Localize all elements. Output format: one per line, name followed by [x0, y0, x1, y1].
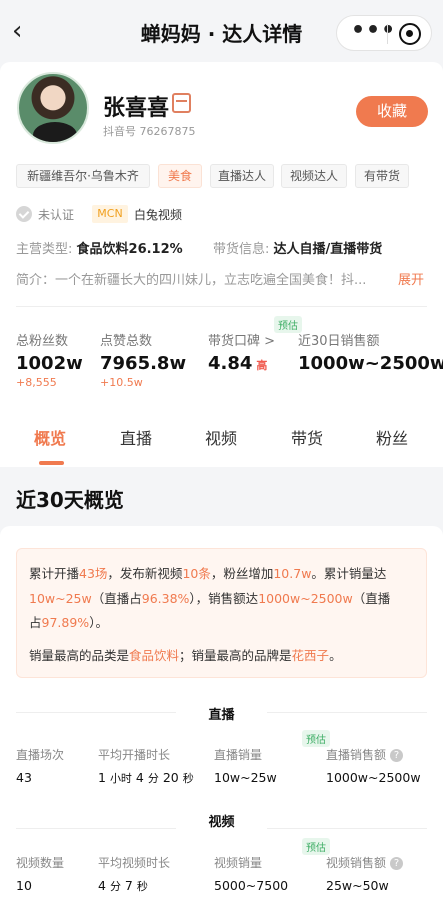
main-category: 主营类型: 食品饮料26.12% — [16, 242, 183, 257]
mcn-badge: MCN — [92, 205, 128, 223]
summary-line-2: 10w~25w（直播占96.38%），销售额达1000w~2500w（直播 — [29, 591, 391, 606]
sales-info: 带货信息: 达人自播/直播带货 — [213, 242, 383, 257]
estimate-badge: 预估 — [302, 730, 330, 747]
intro-text: 简介：一个在新疆长大的四川妹儿，立志吃遍全国美食！抖... — [16, 273, 367, 288]
tab-video[interactable]: 视频 — [205, 425, 237, 449]
stat-fans[interactable]: 总粉丝数 1002w +8,555 — [16, 330, 83, 389]
summary-box: 累计开播43场，发布新视频10条，粉丝增加10.7w。累计销量达 10w~25w… — [16, 548, 427, 678]
tag-food: 美食 — [158, 164, 202, 188]
expand-link[interactable]: 展开 — [398, 269, 424, 288]
stat-likes[interactable]: 点赞总数 7965.8w +10.5w — [100, 330, 186, 389]
cell-video-sales: 视频销量 5000~7500 — [214, 856, 289, 893]
section-title: 近30天概览 — [16, 488, 124, 512]
check-circle-icon — [16, 206, 32, 222]
mcn-name[interactable]: 白兔视频 — [134, 206, 182, 223]
tab-fans[interactable]: 粉丝 — [376, 425, 408, 449]
tag-location: 新疆维吾尔·乌鲁木齐 — [16, 164, 150, 188]
tab-overview[interactable]: 概览 — [34, 425, 66, 449]
shop-icon[interactable] — [172, 93, 191, 113]
summary-line-3: 占97.89%）。 — [29, 615, 108, 630]
avatar[interactable] — [17, 72, 89, 144]
target-icon[interactable] — [399, 23, 421, 45]
tab-bar: 概览 直播 视频 带货 粉丝 — [0, 417, 443, 467]
tag-live-creator: 直播达人 — [210, 164, 274, 188]
cell-live-revenue: 直播销售额? 1000w~2500w — [326, 748, 421, 785]
cell-video-duration: 平均视频时长 4 分 7 秒 — [98, 856, 171, 893]
help-icon[interactable]: ? — [390, 749, 404, 762]
stat-sales-30d[interactable]: 近30日销售额 1000w~2500w — [298, 330, 443, 374]
overview-card: 累计开播43场，发布新视频10条，粉丝增加10.7w。累计销量达 10w~25w… — [0, 526, 443, 899]
cell-live-count: 直播场次 43 — [16, 748, 65, 785]
cell-video-revenue: 视频销售额? 25w~50w — [326, 854, 404, 893]
group-title-live: 直播 — [208, 708, 235, 723]
douyin-id: 抖音号 76267875 — [103, 125, 196, 138]
more-dots-icon[interactable]: ••• — [351, 18, 396, 43]
cert-status: 未认证 — [38, 208, 75, 222]
estimate-badge: 预估 — [302, 838, 330, 855]
nav-bar: ‹ 蝉妈妈 · 达人详情 ••• — [0, 0, 443, 62]
level-badge: 高 — [256, 359, 268, 372]
tag-video-creator: 视频达人 — [281, 164, 347, 188]
tab-goods[interactable]: 带货 — [291, 425, 323, 449]
collect-button[interactable]: 收藏 — [356, 96, 428, 127]
profile-card: 张喜喜 抖音号 76267875 收藏 新疆维吾尔·乌鲁木齐 美食 直播达人 视… — [0, 62, 443, 467]
tab-live[interactable]: 直播 — [120, 425, 152, 449]
help-icon[interactable]: ? — [390, 857, 404, 870]
group-title-video: 视频 — [208, 815, 235, 830]
cell-video-count: 视频数量 10 — [16, 856, 65, 893]
stat-reputation[interactable]: 带货口碑 > 4.84 高 — [208, 330, 275, 374]
creator-name: 张喜喜 — [103, 96, 170, 121]
capsule-divider — [387, 24, 388, 44]
tag-has-sales: 有带货 — [355, 164, 409, 188]
cell-live-duration: 平均开播时长 1 小时 4 分 20 秒 — [98, 748, 194, 785]
divider — [16, 306, 427, 307]
active-tab-indicator — [39, 461, 64, 465]
cell-live-sales: 直播销量 10w~25w — [214, 748, 277, 785]
summary-line-1: 累计开播43场，发布新视频10条，粉丝增加10.7w。累计销量达 — [29, 566, 387, 581]
mini-program-capsule: ••• — [336, 15, 432, 51]
summary-line-4: 销量最高的品类是食品饮料；销量最高的品牌是花西子。 — [29, 648, 342, 663]
